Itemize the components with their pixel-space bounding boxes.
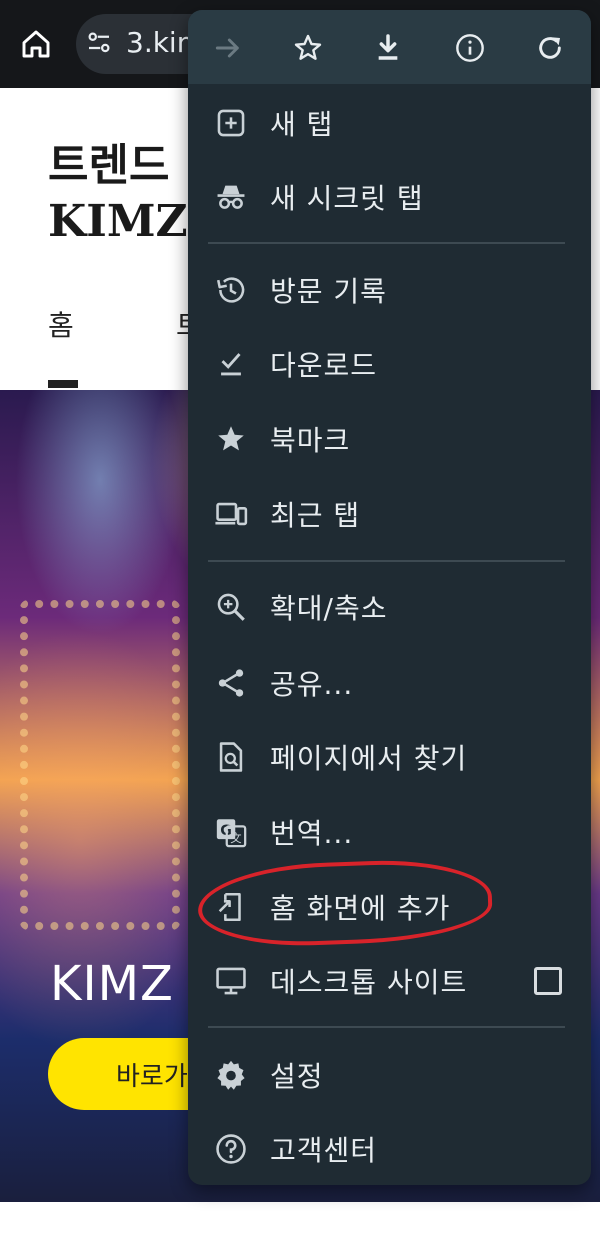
zoom-in-icon: [212, 588, 250, 626]
devices-icon: [212, 495, 250, 533]
forward-button[interactable]: [202, 22, 254, 74]
home-icon: [22, 30, 50, 58]
menu-item-label: 방문 기록: [270, 275, 387, 308]
desktop-icon: [212, 962, 250, 1000]
translate-icon: G文: [212, 813, 250, 851]
add-to-home-icon: [212, 888, 250, 926]
menu-item-help[interactable]: 고객센터: [188, 1114, 591, 1184]
menu-item-label: 데스크톱 사이트: [270, 966, 468, 999]
menu-toolbar: [188, 10, 591, 84]
reload-button[interactable]: [524, 22, 576, 74]
bookmark-star-icon: [294, 34, 322, 60]
menu-item-settings[interactable]: 설정: [188, 1040, 591, 1110]
settings-gear-icon: [212, 1056, 250, 1094]
menu-item-downloads[interactable]: 다운로드: [188, 329, 591, 399]
find-in-page-icon: [212, 738, 250, 776]
nav-active-indicator: [48, 380, 78, 388]
help-icon: [212, 1130, 250, 1168]
download-icon: [378, 34, 398, 60]
nav-home-link[interactable]: 홈: [48, 304, 74, 344]
menu-item-history[interactable]: 방문 기록: [188, 255, 591, 325]
menu-item-label: 다운로드: [270, 349, 378, 382]
menu-item-incognito-tab[interactable]: 새 시크릿 탭: [188, 162, 591, 232]
menu-divider: [208, 1026, 565, 1028]
menu-item-desktop-site[interactable]: 데스크톱 사이트: [188, 946, 591, 1016]
tune-icon[interactable]: [84, 28, 114, 58]
home-button[interactable]: [14, 22, 58, 66]
menu-item-label: 북마크: [270, 424, 351, 457]
menu-item-zoom[interactable]: 확대/축소: [188, 572, 591, 642]
incognito-icon: [212, 178, 250, 216]
reload-icon: [539, 37, 561, 59]
star-icon: [212, 420, 250, 458]
svg-text:文: 文: [230, 831, 241, 845]
history-icon: [212, 271, 250, 309]
page-bottom-area: [0, 1202, 600, 1245]
stage-lights-decoration: [20, 600, 180, 930]
menu-item-bookmarks[interactable]: 북마크: [188, 404, 591, 474]
menu-item-label: 확대/축소: [270, 592, 388, 625]
menu-item-share[interactable]: 공유...: [188, 648, 591, 718]
menu-divider: [208, 242, 565, 244]
menu-item-find-in-page[interactable]: 페이지에서 찾기: [188, 722, 591, 792]
menu-item-label: 최근 탭: [270, 499, 361, 532]
download-check-icon: [212, 345, 250, 383]
page-info-button[interactable]: [444, 22, 496, 74]
forward-icon: [215, 38, 239, 58]
menu-item-label: 고객센터: [270, 1134, 378, 1167]
browser-overflow-menu: 새 탭 새 시크릿 탭 방문 기록 다운로드 북마크 최근 탭 확대/축소 공유…: [188, 10, 591, 1185]
menu-item-label: 설정: [270, 1060, 324, 1093]
menu-item-label: 홈 화면에 추가: [270, 892, 451, 925]
new-tab-icon: [212, 104, 250, 142]
menu-item-new-tab[interactable]: 새 탭: [188, 88, 591, 158]
menu-item-translate[interactable]: G文 번역...: [188, 797, 591, 867]
download-page-button[interactable]: [362, 22, 414, 74]
desktop-site-checkbox[interactable]: [534, 967, 562, 995]
share-icon: [212, 664, 250, 702]
info-icon: [456, 34, 484, 62]
menu-item-label: 페이지에서 찾기: [270, 742, 468, 775]
menu-item-label: 새 탭: [270, 108, 334, 141]
menu-item-label: 번역...: [270, 817, 354, 850]
menu-item-label: 공유...: [270, 668, 354, 701]
hero-title: KIMZ: [50, 956, 174, 1012]
bookmark-button[interactable]: [282, 22, 334, 74]
menu-item-recent-tabs[interactable]: 최근 탭: [188, 479, 591, 549]
menu-item-label: 새 시크릿 탭: [270, 182, 424, 215]
menu-item-add-to-home-screen[interactable]: 홈 화면에 추가: [188, 872, 591, 942]
menu-divider: [208, 560, 565, 562]
